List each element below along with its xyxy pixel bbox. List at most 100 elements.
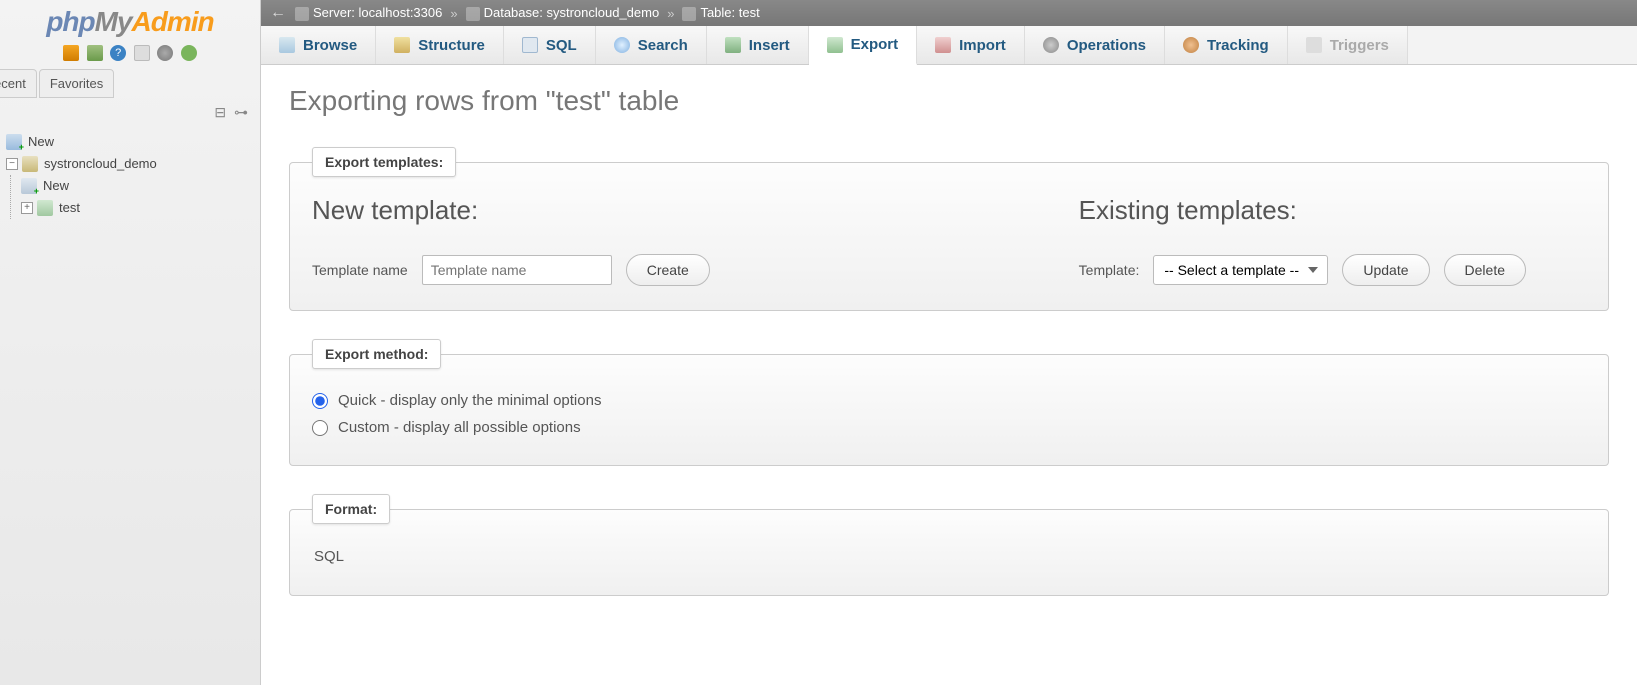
tab-label: Import (959, 37, 1006, 54)
settings-icon[interactable] (157, 45, 173, 61)
export-method-legend: Export method: (312, 339, 441, 369)
format-legend: Format: (312, 494, 390, 524)
breadcrumb-link[interactable]: Server: localhost:3306 (313, 5, 442, 20)
sidebar-tabs: ecent Favorites (0, 69, 260, 98)
expander-icon[interactable]: + (21, 202, 33, 214)
method-custom-row[interactable]: Custom - display all possible options (312, 414, 1586, 441)
tab-label: Operations (1067, 37, 1146, 54)
operations-icon (1043, 37, 1059, 53)
logo-part-admin: Admin (132, 6, 214, 37)
logo-part-php: php (46, 6, 94, 37)
help-icon[interactable]: ? (110, 45, 126, 61)
breadcrumb-database[interactable]: Database: systroncloud_demo (466, 5, 660, 21)
home-icon[interactable] (63, 45, 79, 61)
tab-insert[interactable]: Insert (707, 26, 809, 64)
new-template-heading: New template: (312, 195, 710, 226)
tab-search[interactable]: Search (596, 26, 707, 64)
sidebar-toolbar: ? (0, 40, 260, 69)
tab-label: Export (851, 36, 899, 53)
database-icon (466, 7, 480, 21)
tab-label: Triggers (1330, 37, 1389, 54)
tab-label: Tracking (1207, 37, 1269, 54)
tab-label: Insert (749, 37, 790, 54)
main-tabs: Browse Structure SQL Search Insert Expor… (261, 26, 1637, 65)
tab-import[interactable]: Import (917, 26, 1025, 64)
tab-triggers[interactable]: Triggers (1288, 26, 1408, 64)
sidebar-tab-recent[interactable]: ecent (0, 69, 37, 98)
page-title: Exporting rows from "test" table (289, 85, 1609, 117)
sql-icon (522, 37, 538, 53)
tab-structure[interactable]: Structure (376, 26, 504, 64)
existing-template-col: Existing templates: Template: -- Select … (1079, 195, 1526, 286)
template-select-label: Template: (1079, 262, 1140, 278)
tab-export[interactable]: Export (809, 26, 918, 65)
sql-icon[interactable] (134, 45, 150, 61)
logo-part-my: My (95, 6, 132, 37)
new-table-icon (21, 178, 37, 194)
format-value[interactable]: SQL (312, 542, 1586, 571)
server-icon (295, 7, 309, 21)
method-quick-row[interactable]: Quick - display only the minimal options (312, 387, 1586, 414)
breadcrumb-link[interactable]: Table: test (700, 5, 759, 20)
tab-browse[interactable]: Browse (261, 26, 376, 64)
table-icon (37, 200, 53, 216)
method-quick-radio[interactable] (312, 393, 328, 409)
method-quick-label: Quick - display only the minimal options (338, 392, 601, 409)
export-templates-legend: Export templates: (312, 147, 456, 177)
tree-collapse-controls: ⊟ ⊶ (0, 98, 260, 127)
export-method-fieldset: Export method: Quick - display only the … (289, 339, 1609, 466)
content: Exporting rows from "test" table Export … (261, 65, 1637, 685)
breadcrumb-link[interactable]: Database: systroncloud_demo (484, 5, 660, 20)
nav-tree: New − systroncloud_demo New + test (0, 127, 260, 223)
method-custom-radio[interactable] (312, 420, 328, 436)
structure-icon (394, 37, 410, 53)
main: ← Server: localhost:3306 » Database: sys… (261, 0, 1637, 685)
breadcrumb: ← Server: localhost:3306 » Database: sys… (261, 0, 1637, 26)
triggers-icon (1306, 37, 1322, 53)
tab-label: Browse (303, 37, 357, 54)
breadcrumb-sep: » (667, 6, 674, 21)
logout-icon[interactable] (87, 45, 103, 61)
breadcrumb-sep: » (450, 6, 457, 21)
search-icon (614, 37, 630, 53)
template-select-wrap: -- Select a template -- (1153, 255, 1328, 285)
export-icon (827, 37, 843, 53)
export-templates-fieldset: Export templates: New template: Template… (289, 147, 1609, 311)
tree-new-database[interactable]: New (0, 131, 260, 153)
existing-template-heading: Existing templates: (1079, 195, 1526, 226)
tab-tracking[interactable]: Tracking (1165, 26, 1288, 64)
import-icon (935, 37, 951, 53)
back-icon[interactable]: ← (269, 4, 287, 22)
tree-label: New (28, 134, 54, 149)
breadcrumb-server[interactable]: Server: localhost:3306 (295, 5, 442, 21)
sidebar: phpMyAdmin ? ecent Favorites ⊟ ⊶ New − (0, 0, 261, 685)
tree-label: systroncloud_demo (44, 156, 157, 171)
template-select[interactable]: -- Select a template -- (1153, 255, 1328, 285)
delete-button[interactable]: Delete (1444, 254, 1526, 286)
template-name-input[interactable] (422, 255, 612, 285)
tab-label: SQL (546, 37, 577, 54)
logo[interactable]: phpMyAdmin (0, 0, 260, 40)
reload-icon[interactable] (181, 45, 197, 61)
format-fieldset: Format: SQL (289, 494, 1609, 596)
tab-label: Structure (418, 37, 485, 54)
new-database-icon (6, 134, 22, 150)
link-icon[interactable]: ⊶ (234, 104, 248, 121)
new-template-col: New template: Template name Create (312, 195, 710, 286)
browse-icon (279, 37, 295, 53)
template-name-label: Template name (312, 262, 408, 278)
tab-sql[interactable]: SQL (504, 26, 596, 64)
tree-database[interactable]: − systroncloud_demo (0, 153, 260, 175)
update-button[interactable]: Update (1342, 254, 1429, 286)
tree-new-table[interactable]: New (15, 175, 260, 197)
breadcrumb-table[interactable]: Table: test (682, 5, 759, 21)
sidebar-tab-favorites[interactable]: Favorites (39, 69, 114, 98)
database-icon (22, 156, 38, 172)
tab-operations[interactable]: Operations (1025, 26, 1165, 64)
collapse-icon[interactable]: ⊟ (214, 104, 226, 121)
tree-table-test[interactable]: + test (15, 197, 260, 219)
create-button[interactable]: Create (626, 254, 710, 286)
method-custom-label: Custom - display all possible options (338, 419, 581, 436)
expander-icon[interactable]: − (6, 158, 18, 170)
table-icon (682, 7, 696, 21)
